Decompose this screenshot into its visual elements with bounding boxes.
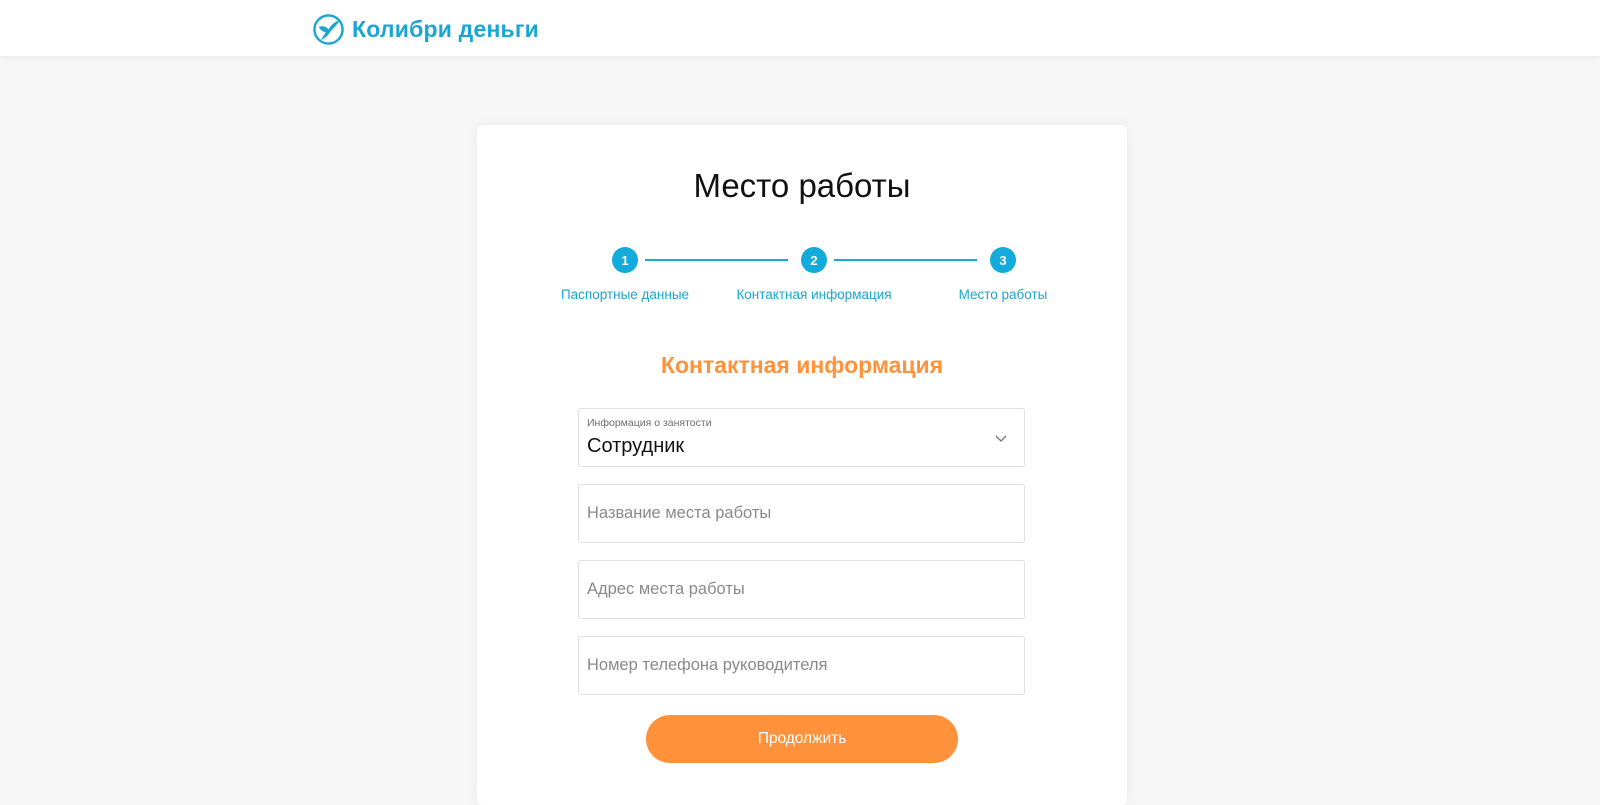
workplace-address-field[interactable] xyxy=(578,560,1025,619)
logo-text: Колибри деньги xyxy=(352,15,539,42)
employment-select-value: Сотрудник xyxy=(587,435,685,457)
step-3-label: Место работы xyxy=(958,287,1048,302)
employment-select[interactable]: Информация о занятости Сотрудник xyxy=(578,408,1025,467)
step-connector-1-2 xyxy=(645,259,788,261)
chevron-down-icon[interactable] xyxy=(994,431,1008,445)
step-2-circle: 2 xyxy=(801,247,827,273)
continue-button[interactable]: Продолжить xyxy=(646,715,958,763)
section-title: Контактная информация xyxy=(660,352,944,378)
step-1-label: Паспортные данные xyxy=(560,287,690,302)
form-card: Место работы 1 2 3 Паспортные данные Кон… xyxy=(477,125,1127,805)
step-3-circle: 3 xyxy=(990,247,1016,273)
step-1-circle: 1 xyxy=(612,247,638,273)
hummingbird-icon xyxy=(313,13,344,45)
page-title: Место работы xyxy=(693,167,911,204)
step-2-label: Контактная информация xyxy=(736,287,892,302)
manager-phone-field[interactable] xyxy=(578,636,1025,695)
workplace-name-input[interactable] xyxy=(579,485,1024,542)
step-connector-2-3 xyxy=(834,259,977,261)
employment-select-label: Информация о занятости xyxy=(587,417,712,429)
workplace-name-field[interactable] xyxy=(578,484,1025,543)
workplace-address-input[interactable] xyxy=(579,561,1024,618)
logo[interactable]: Колибри деньги xyxy=(313,13,539,45)
header: Колибри деньги xyxy=(0,0,1600,56)
manager-phone-input[interactable] xyxy=(579,637,1024,694)
